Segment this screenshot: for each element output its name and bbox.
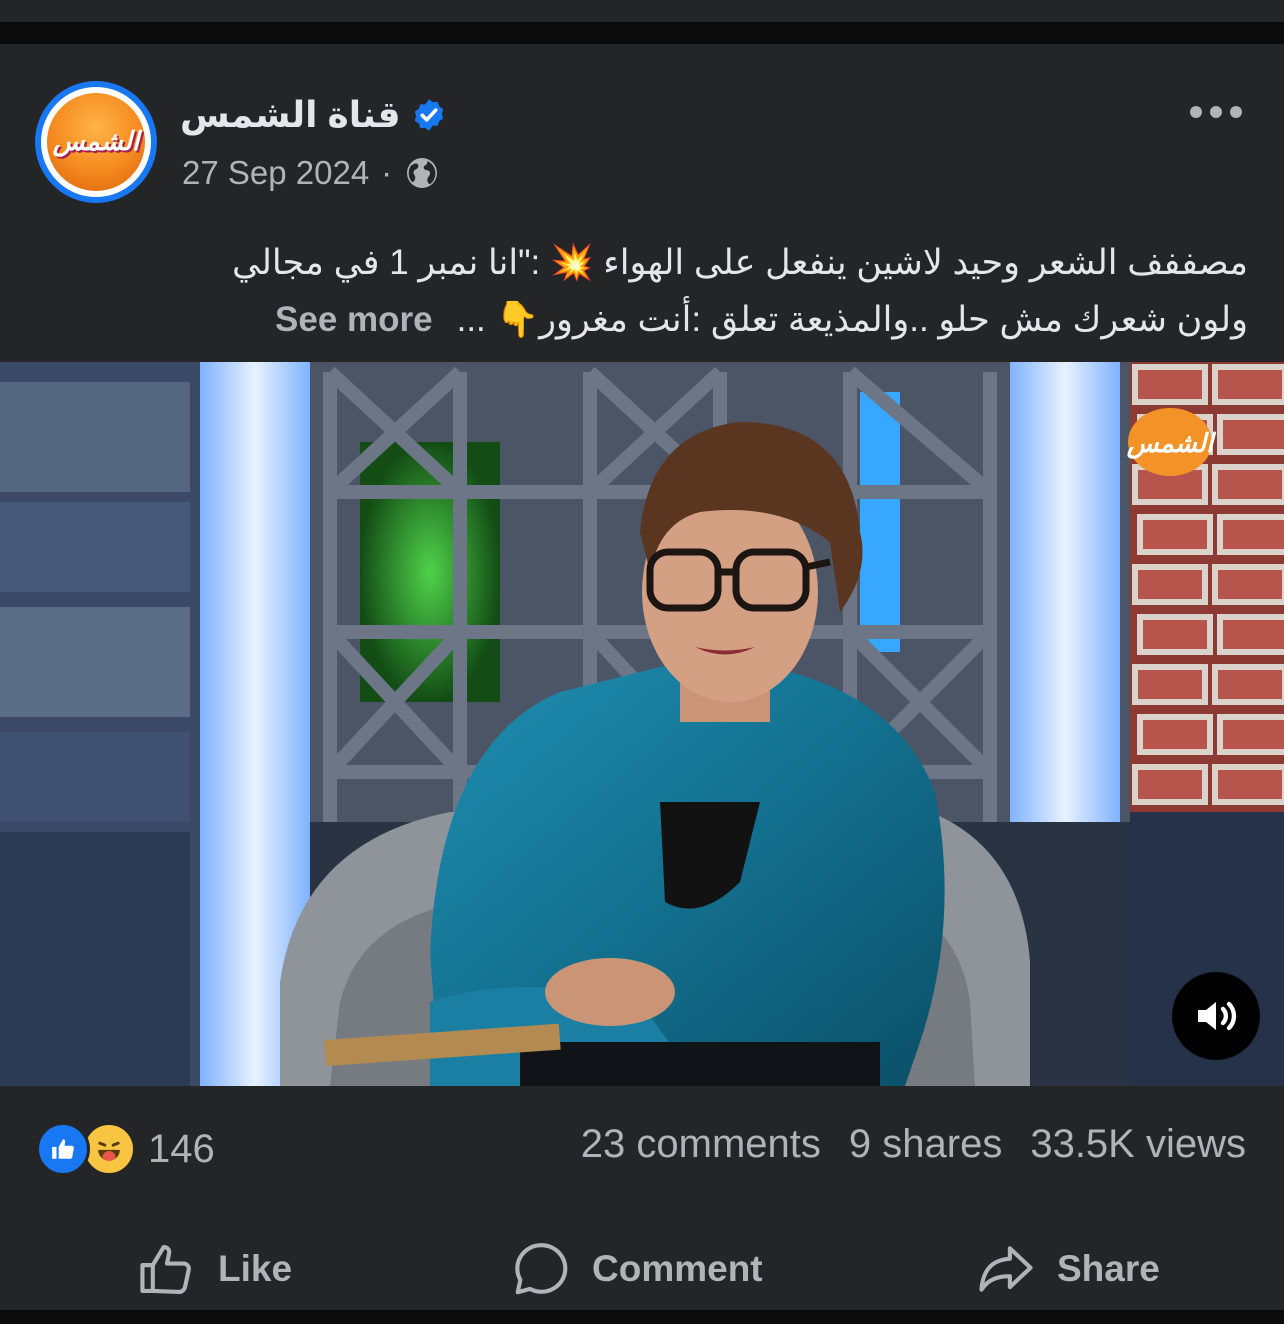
like-button[interactable]: Like (136, 1224, 292, 1314)
page-avatar[interactable]: الشمس (35, 81, 157, 203)
feed-separator (0, 22, 1284, 44)
like-reaction-icon (36, 1122, 90, 1176)
post-caption: مصففف الشعر وحيد لاشين ينفعل على الهواء … (40, 234, 1248, 348)
speaker-icon (1198, 1001, 1237, 1031)
share-icon (979, 1246, 1033, 1292)
comment-icon (515, 1243, 568, 1295)
sound-toggle-button[interactable] (1172, 972, 1260, 1060)
dot-icon (1190, 106, 1202, 118)
verified-badge-icon (414, 99, 443, 131)
reactions-summary[interactable]: 146 (36, 1122, 215, 1176)
shares-count[interactable]: 9 shares (849, 1122, 1002, 1167)
haha-reaction-icon (82, 1122, 136, 1176)
comments-count[interactable]: 23 comments (581, 1122, 821, 1167)
channel-logo-text: الشمس (52, 127, 140, 157)
post-meta: 27 Sep 2024 · (182, 154, 440, 192)
like-label: Like (218, 1248, 293, 1289)
meta-separator: · (381, 154, 393, 191)
video-watermark: الشمس (1126, 429, 1217, 459)
dot-icon (1210, 106, 1222, 118)
post-actions-bar: Like Comment Share (0, 1224, 1284, 1314)
page-name-row: قناة الشمس (180, 94, 447, 136)
page-name[interactable]: قناة الشمس (180, 94, 401, 136)
post-counts: 23 comments 9 shares 33.5K views (581, 1122, 1246, 1167)
caption-line-2-text: ولون شعرك مش حلو ..والمذيعة تعلق :أنت مغ… (456, 300, 1248, 339)
caption-line-2: ولون شعرك مش حلو ..والمذيعة تعلق :أنت مغ… (40, 291, 1248, 348)
see-more-link[interactable]: See more (275, 300, 433, 339)
like-icon (140, 1244, 191, 1295)
video-frame: الشمس (0, 362, 1284, 1086)
caption-line-1: مصففف الشعر وحيد لاشين ينفعل على الهواء … (232, 243, 1248, 282)
channel-logo: الشمس (47, 93, 145, 191)
reaction-count: 146 (148, 1126, 215, 1171)
post-date[interactable]: 27 Sep 2024 (182, 154, 369, 192)
feed-separator-bottom (0, 1310, 1284, 1324)
video-player[interactable]: الشمس (0, 362, 1284, 1086)
views-count: 33.5K views (1030, 1122, 1246, 1166)
engagement-stats: 146 23 comments 9 shares 33.5K views (0, 1122, 1284, 1176)
feed-post: الشمس قناة الشمس 27 Sep 2024 · مصففف الش… (0, 44, 1284, 1310)
comment-button[interactable]: Comment (510, 1224, 763, 1314)
dot-icon (1230, 106, 1242, 118)
share-button[interactable]: Share (975, 1224, 1160, 1314)
globe-icon (407, 158, 438, 188)
status-area (0, 0, 1284, 22)
share-label: Share (1057, 1248, 1160, 1289)
post-options-button[interactable] (1190, 104, 1246, 120)
comment-label: Comment (592, 1248, 763, 1289)
